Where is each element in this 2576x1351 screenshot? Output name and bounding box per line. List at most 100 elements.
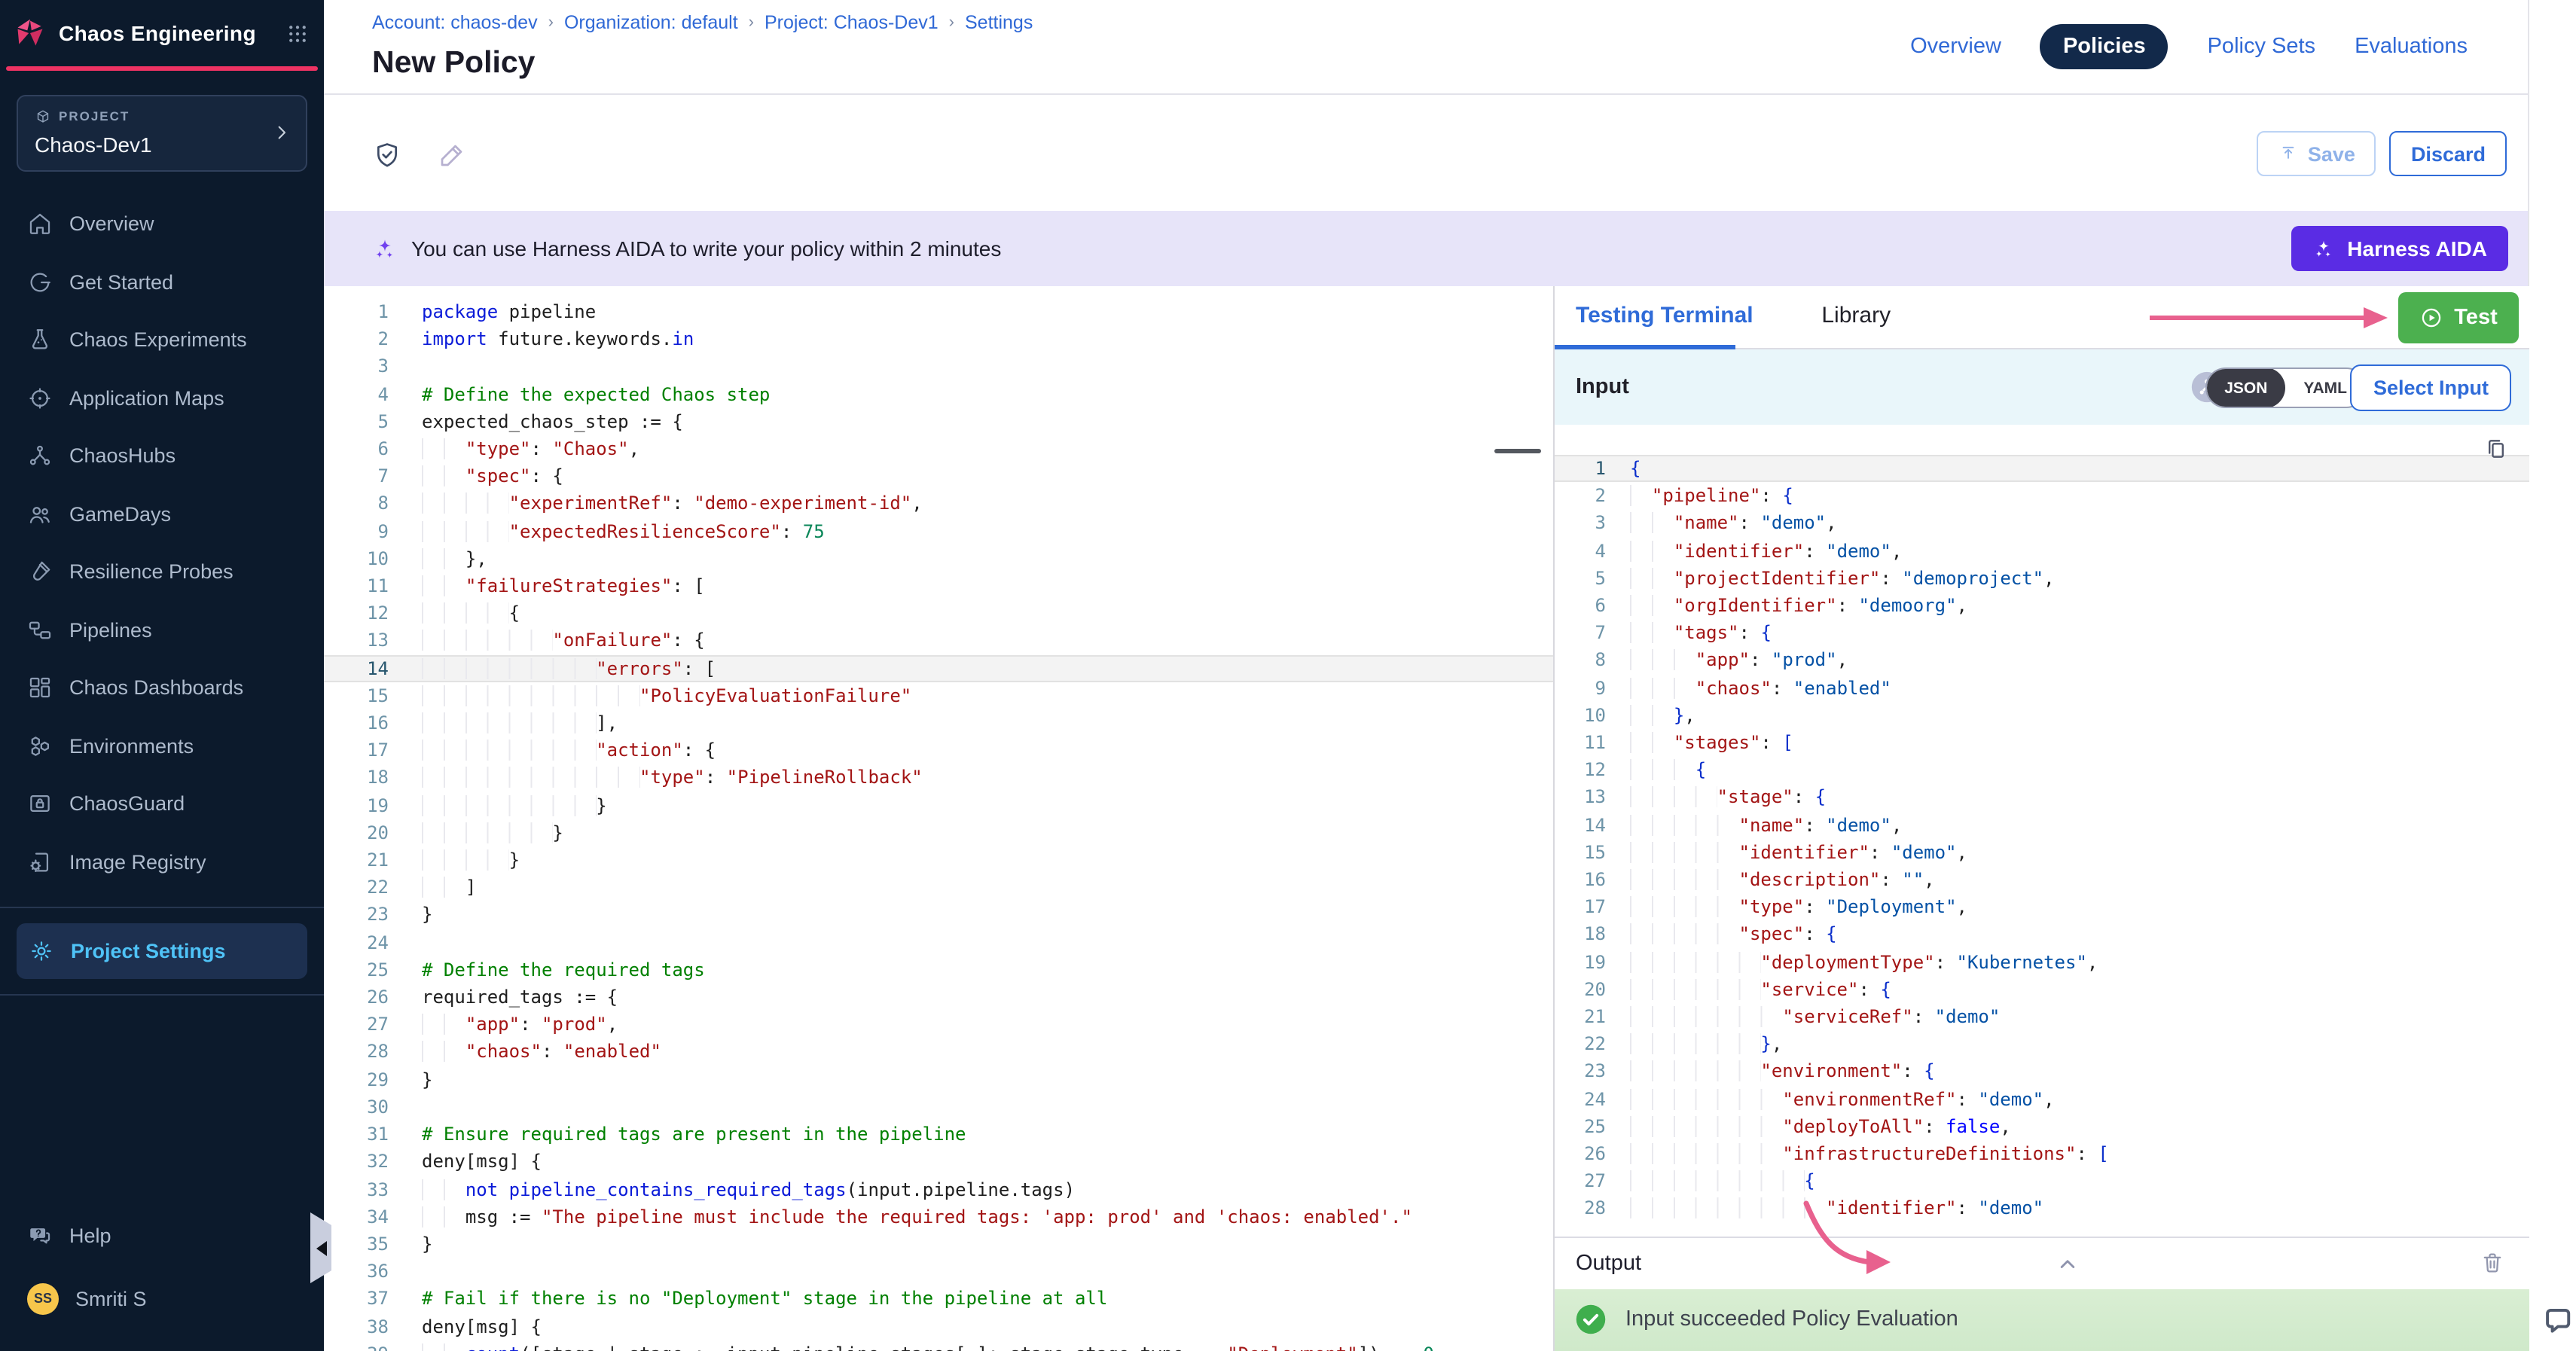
registry-icon: [27, 849, 53, 875]
page-title: New Policy: [372, 45, 536, 81]
line-number: 18: [324, 764, 389, 791]
users-icon: [27, 502, 53, 527]
sidebar-item-label: Chaos Dashboards: [69, 677, 243, 700]
code-line: 2import future.keywords.in: [324, 325, 1553, 352]
help-button[interactable]: Help: [0, 1203, 324, 1267]
breadcrumb-link-project-chaos-dev1[interactable]: Project: Chaos-Dev1: [765, 12, 939, 33]
code-line: 13 "stage": {: [1555, 784, 2529, 811]
code-line: 19 "deploymentType": "Kubernetes",: [1555, 948, 2529, 975]
sidebar-item-chaoshubs[interactable]: ChaosHubs: [0, 427, 324, 485]
select-input-button[interactable]: Select Input: [2351, 364, 2511, 411]
pane-drag-handle[interactable]: [1494, 449, 1541, 453]
grid-dots-icon[interactable]: [286, 22, 309, 44]
sidebar-item-resilience-probes[interactable]: Resilience Probes: [0, 543, 324, 601]
chevron-right-icon: [270, 120, 294, 145]
tab-policies[interactable]: Policies: [2040, 24, 2169, 69]
tab-library[interactable]: Library: [1821, 303, 1891, 328]
trash-icon[interactable]: [2480, 1250, 2505, 1276]
sidebar-item-project-settings[interactable]: Project Settings: [17, 923, 307, 978]
pencil-icon[interactable]: [437, 140, 467, 170]
output-header: Output: [1555, 1237, 2529, 1289]
tab-evaluations[interactable]: Evaluations: [2355, 35, 2468, 59]
line-number: 27: [1555, 1168, 1606, 1195]
line-number: 4: [1555, 537, 1606, 564]
code-line: 14 "errors": [: [324, 654, 1553, 682]
tab-testing-terminal[interactable]: Testing Terminal: [1576, 303, 1753, 328]
sparkle-icon: [2312, 237, 2335, 260]
save-button[interactable]: Save: [2257, 131, 2376, 176]
line-number: 6: [324, 435, 389, 462]
breadcrumb-separator: ›: [949, 14, 954, 32]
code-line: 30: [324, 1093, 1553, 1121]
tab-overview[interactable]: Overview: [1910, 35, 2001, 59]
sidebar-item-label: Pipelines: [69, 619, 152, 642]
sidebar-item-environments[interactable]: Environments: [0, 717, 324, 775]
breadcrumb-link-settings[interactable]: Settings: [965, 12, 1033, 33]
line-number: 25: [1555, 1113, 1606, 1140]
code-line: 14 "name": "demo",: [1555, 811, 2529, 838]
line-number: 13: [324, 627, 389, 654]
sidebar-item-chaos-dashboards[interactable]: Chaos Dashboards: [0, 659, 324, 717]
code-line: 13 "onFailure": {: [324, 627, 1553, 654]
line-number: 15: [324, 682, 389, 709]
sidebar-item-label: Project Settings: [71, 939, 226, 962]
avatar: SS: [27, 1282, 59, 1314]
test-button[interactable]: Test: [2398, 292, 2519, 343]
line-number: 23: [1555, 1058, 1606, 1085]
result-status: Input succeeded Policy Evaluation: [1625, 1307, 1958, 1331]
split-view: 1package pipeline2import future.keywords…: [324, 286, 2529, 1351]
code-line: 3 "name": "demo",: [1555, 510, 2529, 537]
code-line: 35}: [324, 1231, 1553, 1258]
sparkle-icon: [372, 236, 398, 261]
harness-aida-button[interactable]: Harness AIDA: [2291, 226, 2508, 271]
sidebar-item-application-maps[interactable]: Application Maps: [0, 369, 324, 427]
chevron-up-icon[interactable]: [2055, 1252, 2080, 1277]
code-line: 28 "chaos": "enabled": [324, 1038, 1553, 1066]
code-line: 4# Define the expected Chaos step: [324, 380, 1553, 407]
sidebar-item-image-registry[interactable]: Image Registry: [0, 833, 324, 891]
sidebar-item-label: Chaos Experiments: [69, 329, 247, 352]
line-number: 10: [1555, 702, 1606, 729]
sidebar-item-chaos-experiments[interactable]: Chaos Experiments: [0, 311, 324, 369]
help-label: Help: [69, 1224, 111, 1246]
sidebar-item-overview[interactable]: Overview: [0, 195, 324, 253]
sidebar-item-label: ChaosGuard: [69, 793, 185, 816]
discard-button[interactable]: Discard: [2390, 131, 2507, 176]
sidebar-item-chaosguard[interactable]: ChaosGuard: [0, 775, 324, 833]
sidebar-item-pipelines[interactable]: Pipelines: [0, 601, 324, 659]
user-menu[interactable]: SS Smriti S: [0, 1267, 324, 1330]
sidebar-item-label: Overview: [69, 213, 154, 236]
format-option-json[interactable]: JSON: [2206, 367, 2285, 408]
project-selector[interactable]: PROJECT Chaos-Dev1: [17, 94, 307, 171]
line-number: 18: [1555, 921, 1606, 948]
input-json-editor[interactable]: 1{2 "pipeline": {3 "name": "demo",4 "ide…: [1555, 425, 2529, 1237]
copy-icon[interactable]: [2484, 437, 2508, 461]
line-number: 13: [1555, 784, 1606, 811]
code-line: 11 "stages": [: [1555, 729, 2529, 756]
code-line: 25# Define the required tags: [324, 956, 1553, 984]
support-chat-icon[interactable]: [2537, 1301, 2576, 1340]
sidebar-item-gamedays[interactable]: GameDays: [0, 485, 324, 543]
breadcrumb-link-account-chaos-dev[interactable]: Account: chaos-dev: [372, 12, 538, 33]
shield-check-icon[interactable]: [372, 140, 402, 170]
get-started-icon: [27, 270, 53, 295]
check-circle-icon: [1574, 1303, 1607, 1336]
sidebar-item-label: Environments: [69, 735, 194, 758]
line-number: 28: [324, 1038, 389, 1066]
line-number: 25: [324, 956, 389, 984]
tab-policy-sets[interactable]: Policy Sets: [2208, 35, 2315, 59]
breadcrumb-link-organization-default[interactable]: Organization: default: [564, 12, 738, 33]
line-number: 22: [1555, 1031, 1606, 1058]
divider: [0, 906, 324, 907]
line-number: 23: [324, 901, 389, 929]
code-line: 20 "service": {: [1555, 976, 2529, 1003]
code-line: 38deny[msg] {: [324, 1313, 1553, 1340]
code-line: 5expected_chaos_step := {: [324, 408, 1553, 435]
sidebar-item-get-started[interactable]: Get Started: [0, 253, 324, 311]
code-line: 22 },: [1555, 1031, 2529, 1058]
code-line: 1package pipeline: [324, 298, 1553, 325]
code-line: 27 {: [1555, 1168, 2529, 1195]
policy-code-editor[interactable]: 1package pipeline2import future.keywords…: [324, 286, 1553, 1351]
main-content: Account: chaos-dev › Organization: default…: [324, 0, 2529, 1351]
sidebar-item-label: ChaosHubs: [69, 445, 175, 468]
